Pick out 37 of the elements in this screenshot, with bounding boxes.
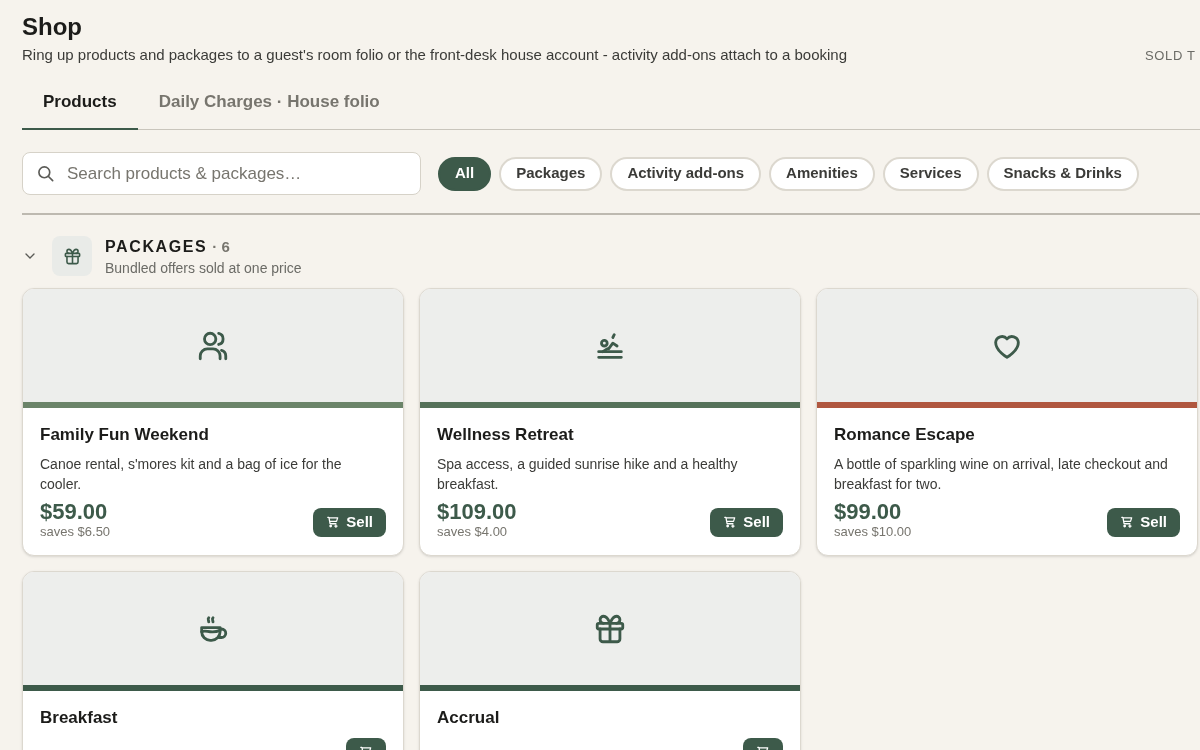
card-savings: saves $10.00 — [834, 523, 912, 539]
section-count: · 6 — [212, 237, 230, 257]
sell-button[interactable]: Sell — [313, 507, 386, 537]
section-title: PACKAGES — [105, 237, 208, 257]
filter-chip[interactable]: Packages — [499, 156, 603, 191]
tab[interactable]: Daily Charges · House folio — [137, 86, 401, 129]
search-icon — [36, 164, 56, 184]
filter-chip[interactable]: Amenities — [769, 156, 875, 191]
page-title: Shop — [22, 12, 83, 42]
card-description: Spa access, a guided sunrise hike and a healthy breakfast. — [437, 454, 739, 494]
card-price: $59.00 — [40, 499, 109, 524]
sold-to-label: SOLD T — [1145, 47, 1196, 65]
cart-icon — [723, 515, 738, 529]
card-description: A bottle of sparkling wine on arrival, late checkout and breakfast for two. — [834, 454, 1169, 494]
card-savings: saves $4.00 — [437, 523, 509, 539]
card-savings: saves $6.50 — [40, 523, 111, 539]
card-title: Accrual — [437, 707, 501, 729]
section-subtitle: Bundled offers sold at one price — [105, 259, 302, 277]
filter-chip[interactable]: All — [438, 156, 492, 191]
search-field[interactable]: Search products & packages… — [22, 152, 421, 195]
card-price: $99.00 — [834, 499, 903, 524]
card-title: Family Fun Weekend — [40, 424, 210, 446]
filter-chip[interactable]: Activity add-ons — [610, 156, 762, 191]
filter-chip[interactable]: Snacks & Drinks — [986, 156, 1139, 191]
gift-icon — [62, 246, 82, 266]
card-title: Wellness Retreat — [437, 424, 575, 446]
sell-button[interactable]: Sell — [1107, 507, 1180, 537]
card-title: Breakfast — [40, 707, 119, 729]
card-title: Romance Escape — [834, 424, 976, 446]
filter-chip[interactable]: Services — [882, 156, 979, 191]
cart-icon — [1120, 515, 1135, 529]
card-description: Canoe rental, s'mores kit and a bag of ice for the cooler. — [40, 454, 343, 494]
page-subtitle: Ring up products and packages to a guest's room folio or the front-desk house account - activity add-ons attach to a booking — [22, 45, 847, 65]
cart-icon — [326, 515, 341, 529]
tab[interactable]: Products — [22, 86, 138, 130]
card-price: $109.00 — [437, 499, 517, 524]
sell-button[interactable]: Sell — [710, 507, 783, 537]
